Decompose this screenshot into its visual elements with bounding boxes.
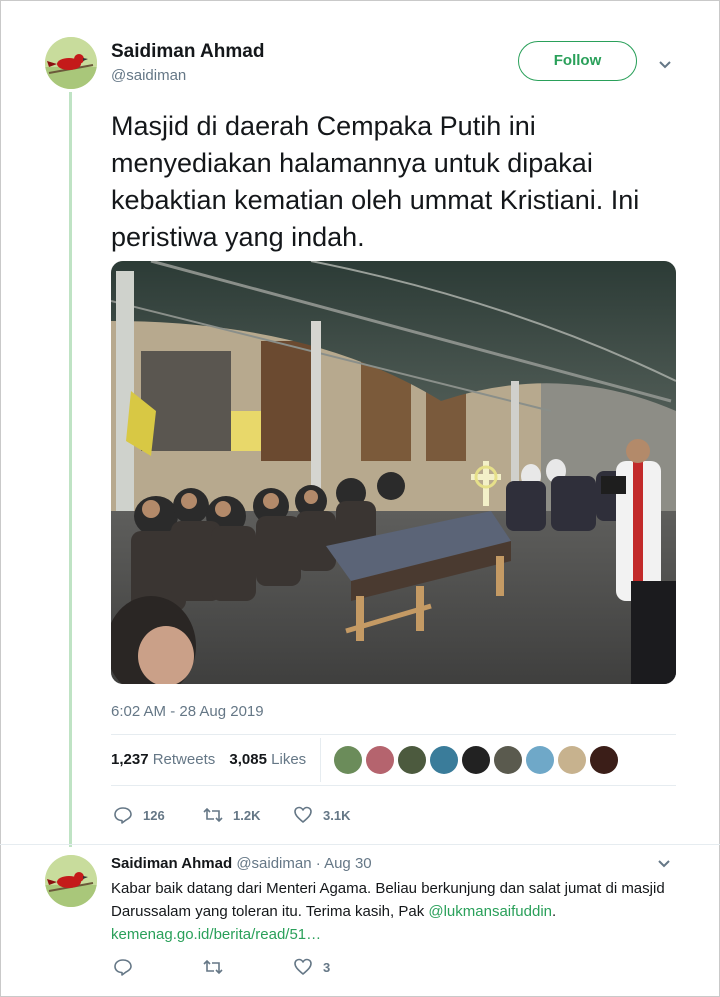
author-name[interactable]: Saidiman Ahmad bbox=[111, 41, 264, 63]
reply-icon bbox=[114, 807, 132, 824]
likes-label[interactable]: Likes bbox=[271, 751, 306, 768]
stats-separator bbox=[320, 738, 321, 782]
liker-avatar[interactable] bbox=[590, 746, 618, 774]
author-avatar[interactable] bbox=[45, 37, 97, 89]
liker-avatar[interactable] bbox=[526, 746, 554, 774]
liker-avatar[interactable] bbox=[494, 746, 522, 774]
retweet-button[interactable]: 1.2K bbox=[203, 805, 260, 825]
tweet-text: Masjid di daerah Cempaka Putih ini menye… bbox=[111, 111, 640, 252]
reply-author-avatar[interactable] bbox=[45, 855, 97, 907]
reply-text-body: Kabar baik datang dari Menteri Agama. Be… bbox=[111, 880, 665, 920]
reply-icon bbox=[114, 959, 132, 976]
follow-button[interactable]: Follow bbox=[518, 41, 637, 81]
mention-link[interactable]: @lukmansaifuddin bbox=[428, 903, 552, 920]
tweet-stats: 1,237 Retweets 3,085 Likes bbox=[111, 751, 306, 768]
bird-avatar-image bbox=[45, 37, 97, 89]
divider bbox=[0, 844, 720, 845]
thread-line bbox=[69, 92, 72, 847]
reply-header: Saidiman Ahmad @saidiman · Aug 30 bbox=[111, 855, 372, 872]
article-link[interactable]: kemenag.go.id/berita/read/51… bbox=[111, 926, 321, 943]
liker-avatar[interactable] bbox=[462, 746, 490, 774]
liker-avatar[interactable] bbox=[334, 746, 362, 774]
retweets-count[interactable]: 1,237 bbox=[111, 751, 149, 768]
divider bbox=[111, 785, 676, 786]
likes-count[interactable]: 3,085 bbox=[229, 751, 267, 768]
reply-text: Kabar baik datang dari Menteri Agama. Be… bbox=[111, 877, 691, 946]
reply-count: 126 bbox=[143, 807, 165, 823]
tweet-photo[interactable] bbox=[111, 261, 676, 684]
liker-avatar[interactable] bbox=[558, 746, 586, 774]
chevron-down-icon[interactable] bbox=[658, 57, 672, 71]
reply-date[interactable]: · Aug 30 bbox=[316, 855, 372, 872]
reply-author-handle[interactable]: @saidiman bbox=[236, 855, 311, 872]
divider bbox=[111, 734, 676, 735]
liker-avatar[interactable] bbox=[366, 746, 394, 774]
like-button[interactable]: 3 bbox=[293, 957, 330, 977]
retweet-button[interactable] bbox=[203, 957, 233, 977]
retweet-icon bbox=[203, 807, 223, 823]
author-handle[interactable]: @saidiman bbox=[111, 67, 186, 84]
heart-icon bbox=[294, 958, 312, 975]
bird-avatar-image bbox=[45, 855, 97, 907]
reply-text-end: . bbox=[552, 903, 557, 920]
heart-icon bbox=[294, 806, 312, 823]
reply-like-count: 3 bbox=[323, 959, 331, 975]
retweet-count: 1.2K bbox=[233, 807, 261, 823]
chevron-down-icon[interactable] bbox=[657, 856, 671, 870]
reply-button[interactable]: 126 bbox=[113, 805, 165, 825]
funeral-service-photo bbox=[111, 261, 676, 684]
like-count: 3.1K bbox=[323, 807, 351, 823]
tweet-timestamp[interactable]: 6:02 AM - 28 Aug 2019 bbox=[111, 703, 264, 720]
reply-button[interactable] bbox=[113, 957, 143, 977]
liker-avatar[interactable] bbox=[398, 746, 426, 774]
like-button[interactable]: 3.1K bbox=[293, 805, 350, 825]
retweets-label[interactable]: Retweets bbox=[153, 751, 216, 768]
retweet-icon bbox=[203, 959, 223, 975]
liker-avatar[interactable] bbox=[430, 746, 458, 774]
reply-author-name[interactable]: Saidiman Ahmad bbox=[111, 855, 232, 872]
